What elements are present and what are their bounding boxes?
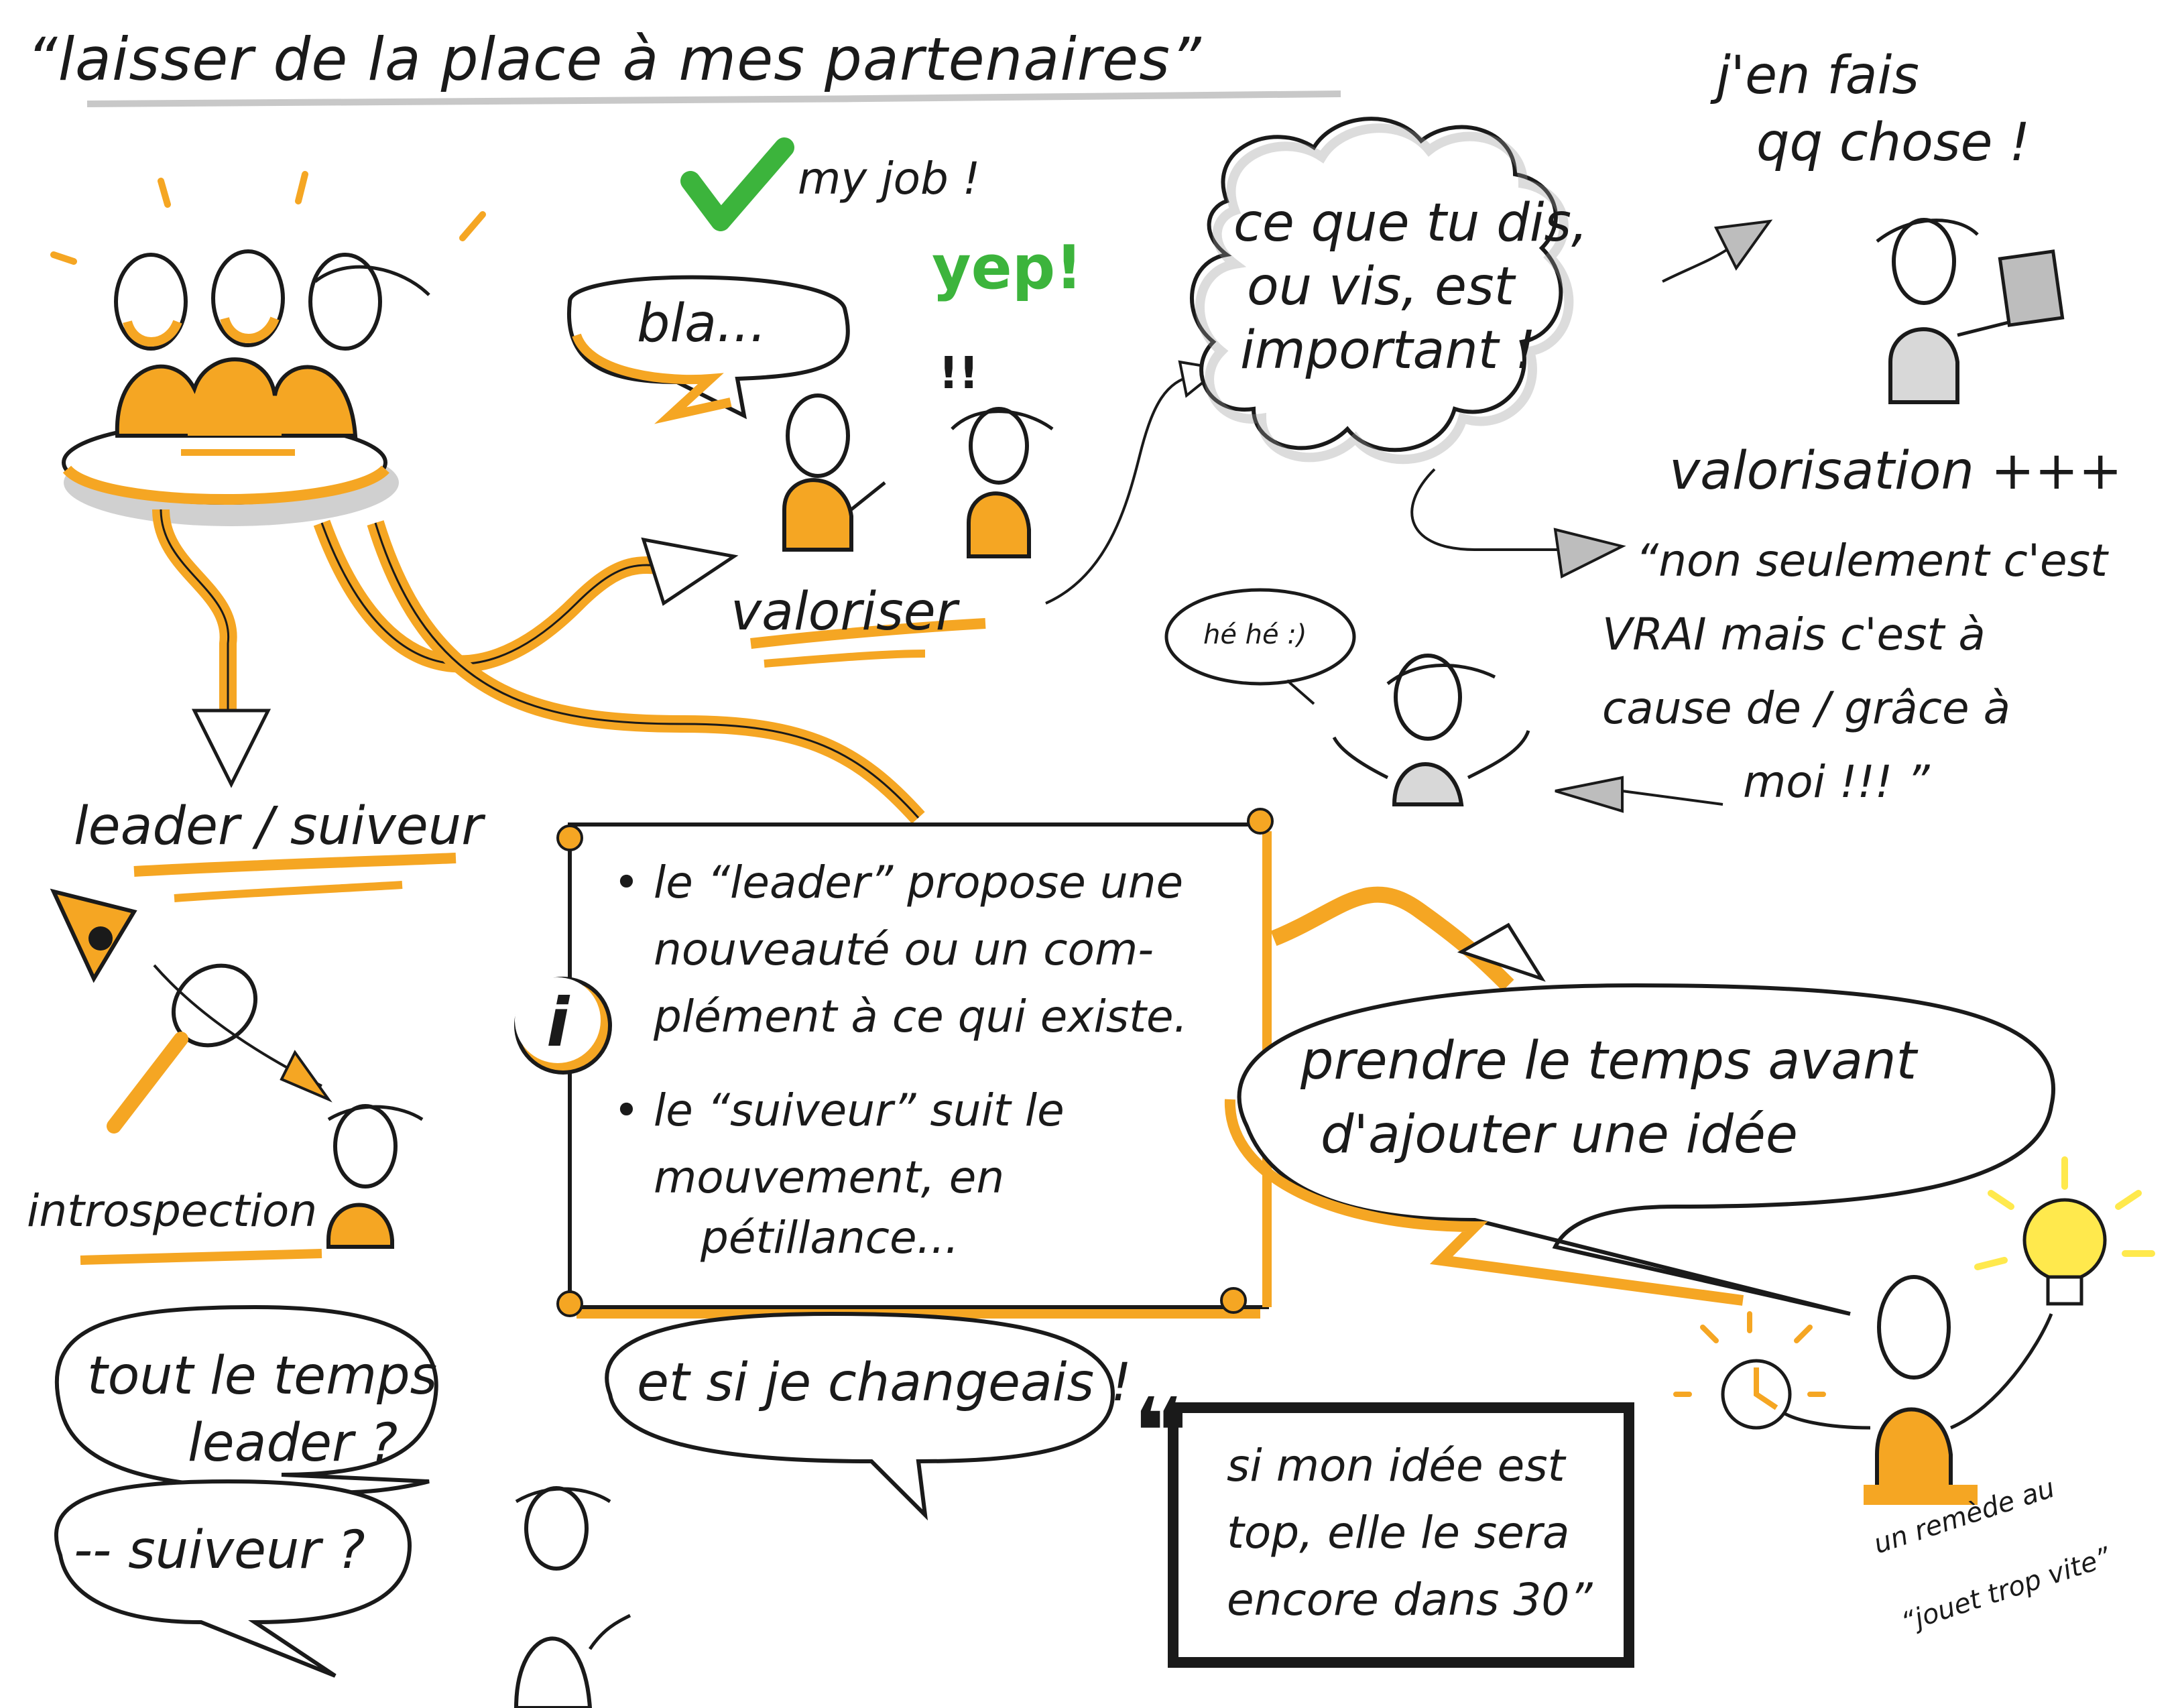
changeais-bubble [605, 1311, 1115, 1521]
quote-line-3: encore dans 30” [1227, 1574, 1593, 1626]
valorisation-quote-4: moi !!! ” [1743, 756, 1930, 808]
yep-label: yep! [932, 233, 1083, 303]
quote-marks-icon: ❝ [1133, 1378, 1189, 1487]
cloud-line-1: ce que tu dis, [1233, 193, 1588, 253]
light-bulb-icon [2022, 1198, 2107, 1282]
prendre-line-1: prendre le temps avant [1300, 1031, 1917, 1091]
team-group-illustration [50, 171, 486, 526]
info-bullet1-line1: • le “leader” propose une [613, 857, 1184, 908]
valoriser-label: valoriser [731, 582, 957, 642]
bubble-leader-line1: tout le temps [87, 1346, 438, 1406]
cloud-line-3: important ! [1240, 320, 1536, 381]
info-bullet1-line3: plément à ce qui existe. [654, 991, 1188, 1042]
tablet-icon [1998, 249, 2065, 327]
my-job-label: my job ! [798, 153, 981, 204]
valorisation-quote-1: “non seulement c'est [1636, 535, 2108, 587]
introspection-person [326, 1104, 424, 1249]
info-icon-letter: i [546, 983, 570, 1062]
valorisation-quote-2: VRAI mais c'est à [1602, 609, 1986, 660]
bubble-leader-line2: leader ? [188, 1413, 398, 1473]
info-bullet2-line1: • le “suiveur” suit le [613, 1085, 1065, 1136]
quote-line-1: si mon idée est [1227, 1440, 1565, 1491]
ribbon-arrow-down [152, 509, 237, 724]
remede-person [1673, 1156, 2155, 1505]
bla-label: bla... [637, 294, 767, 354]
info-bullet1-line2: nouveauté ou un com- [654, 924, 1154, 975]
check-icon [680, 137, 794, 231]
valorisation-heading: valorisation +++ [1669, 441, 2122, 501]
introspection-label: introspection [27, 1185, 318, 1237]
quote-line-2: top, elle le sera [1227, 1507, 1570, 1559]
bottom-person [513, 1486, 631, 1708]
introspection-underline [80, 1249, 322, 1265]
magnifier-icon [107, 963, 332, 1134]
valorisation-quote-3: cause de / grâce à [1602, 682, 2011, 734]
leader-underline [133, 853, 457, 877]
hehe-label: hé hé :) [1203, 619, 1307, 650]
top-right-line-1: j'en fais [1716, 46, 1919, 106]
leader-suiveur-label: leader / suiveur [74, 796, 483, 857]
valoriser-speaker [782, 393, 886, 552]
ribbon-arrow-prendre [1270, 886, 1514, 991]
arrowhead-valoriser [641, 537, 739, 606]
title-underline [86, 90, 1341, 107]
prendre-line-2: d'ajouter une idée [1321, 1105, 1798, 1165]
arrowhead-down [191, 709, 271, 788]
cloud-line-2: ou vis, est [1247, 257, 1515, 317]
bubble-changeais: et si je changeais ! [637, 1353, 1132, 1413]
eye-icon [50, 888, 137, 983]
info-bullet2-line2: mouvement, en [654, 1152, 1005, 1203]
tablet-person [1876, 218, 2065, 404]
yep-listener [951, 407, 1054, 558]
top-right-line-2: qq chose ! [1756, 113, 2031, 173]
connector-valoriser-cloud [1045, 374, 1194, 605]
exclaim-label: !! [938, 347, 979, 399]
bubble-suiveur: -- suiveur ? [74, 1520, 365, 1581]
info-bullet2-line3: pétillance... [701, 1212, 959, 1264]
page-title: “laisser de la place à mes partenaires” [27, 25, 1202, 94]
